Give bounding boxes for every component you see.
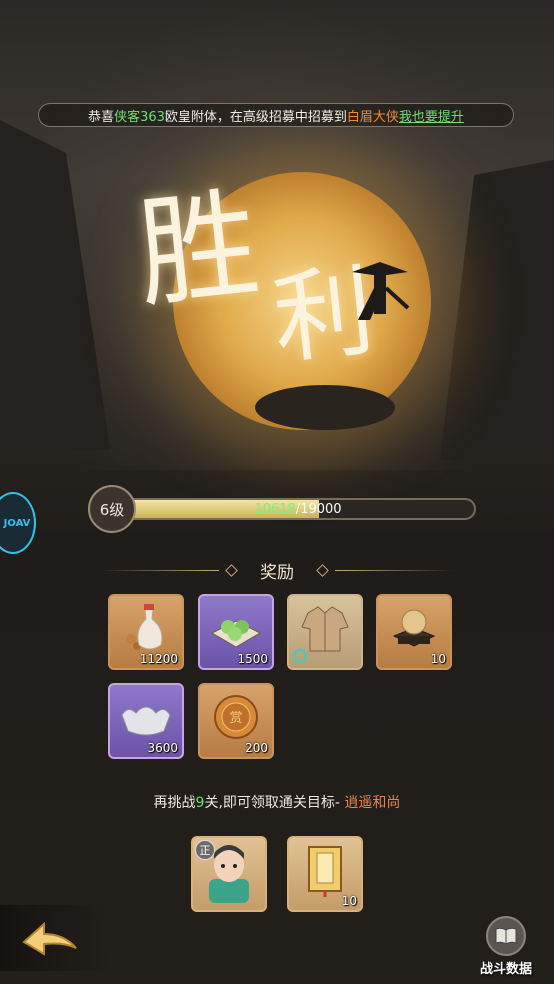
target-reward-hero[interactable]: 正	[191, 836, 267, 912]
cloth-robe-icon	[301, 606, 349, 652]
divider-right	[335, 569, 454, 571]
xp-text: 10618 / 19000	[120, 498, 476, 520]
item-count: 11200	[139, 652, 178, 666]
victory-char-1: 胜	[131, 173, 275, 326]
scroll-book-icon	[308, 845, 342, 897]
rewards-title: 奖励	[260, 562, 294, 583]
item-count: 10	[430, 652, 446, 666]
divider-left	[100, 569, 219, 571]
item-count: 10	[341, 894, 357, 908]
ticker-hero: 白眉大侠	[346, 109, 399, 125]
rock-silhouette	[255, 385, 395, 430]
ticker-middle: 欧皇附体，在高级招募中招募到	[164, 109, 347, 125]
book-icon	[495, 927, 517, 945]
jade-ring-icon	[292, 648, 308, 664]
reward-item-dumplings[interactable]: 1500	[198, 594, 274, 670]
ticker-upgrade-link[interactable]: 我也要提升	[399, 106, 464, 125]
silver-ingot-icon	[121, 706, 171, 736]
side-event-badge[interactable]: JOAV	[0, 492, 36, 554]
ticker-prefix: 恭喜	[88, 109, 115, 125]
announcement-ticker: 恭喜 侠客363 欧皇附体，在高级招募中招募到 白眉大侠 我也要提升	[38, 103, 514, 127]
ticker-player: 侠客363	[114, 109, 165, 125]
victory-title: 胜 利	[131, 174, 389, 379]
challenge-prefix: 再挑战	[153, 795, 196, 811]
battle-data-icon-circle	[486, 916, 526, 956]
pearl-on-stand-icon	[392, 609, 436, 647]
item-count: 200	[245, 741, 268, 755]
back-button[interactable]	[0, 905, 110, 971]
reward-item-silver[interactable]: 3600	[108, 683, 184, 759]
divider-diamond-left	[225, 563, 238, 577]
xp-current: 10618	[254, 501, 296, 517]
reward-item-coin[interactable]: 赏 200	[198, 683, 274, 759]
battle-data-button[interactable]: 战斗数据	[468, 916, 544, 977]
target-reward-scroll[interactable]: 10	[287, 836, 363, 912]
battle-data-label: 战斗数据	[479, 962, 532, 977]
svg-text:赏: 赏	[229, 711, 242, 726]
green-dumplings-icon	[210, 619, 262, 648]
challenge-target: 逍遥和尚	[344, 795, 401, 811]
hero-grade-label: 正	[199, 844, 211, 857]
rewards-header: 奖励	[100, 556, 454, 584]
reward-item-medicine[interactable]: 11200	[108, 594, 184, 670]
medicine-bottle-icon	[126, 603, 163, 650]
challenge-hint: 再挑战9关,即可领取通关目标- 逍遥和尚	[0, 792, 554, 812]
side-badge-label: JOAV	[3, 517, 31, 529]
back-arrow-icon	[22, 921, 77, 956]
challenge-middle: 关,即可领取通关目标-	[204, 795, 340, 811]
reward-item-robe[interactable]	[287, 594, 363, 670]
reward-item-pearl[interactable]: 10	[376, 594, 452, 670]
hero-grade-badge: 正	[195, 840, 215, 860]
divider-diamond-right	[316, 563, 329, 577]
gold-coin-icon: 赏	[214, 694, 258, 739]
item-count: 1500	[237, 652, 268, 666]
swordsman-silhouette	[352, 262, 410, 320]
item-count: 3600	[147, 741, 178, 755]
xp-max: 19000	[300, 501, 342, 517]
